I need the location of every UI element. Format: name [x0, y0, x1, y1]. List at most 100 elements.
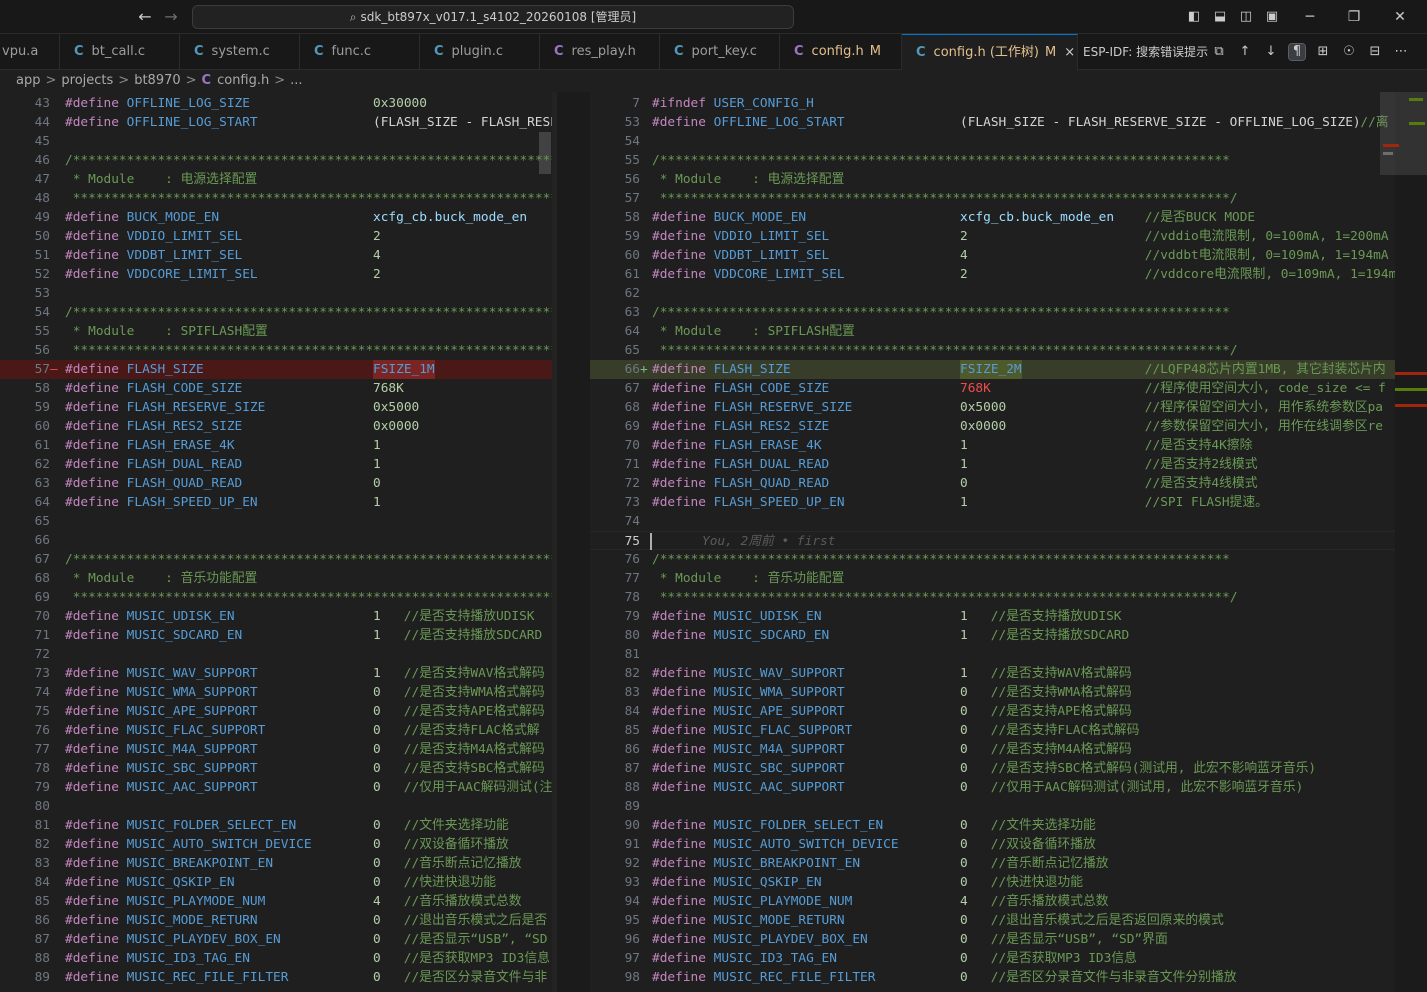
code-line[interactable]: 64 #define FLASH_SPEED_UP_EN 1: [0, 493, 552, 512]
code-line[interactable]: 93 #define MUSIC_QSKIP_EN 0 //快进快退功能: [590, 873, 1395, 892]
code-line[interactable]: 73 #define MUSIC_WAV_SUPPORT 1 //是否支持WAV格式解…: [0, 664, 552, 683]
code-line[interactable]: 48 *************************************…: [0, 189, 552, 208]
code-line[interactable]: 94 #define MUSIC_PLAYMODE_NUM 4 //音乐播放模式总数: [590, 892, 1395, 911]
code-line[interactable]: 60 #define VDDBT_LIMIT_SEL 4 //vddbt电流限制, 0…: [590, 246, 1395, 265]
code-line[interactable]: 81: [590, 645, 1395, 664]
tab-vpu-a[interactable]: vpu.a: [0, 34, 60, 70]
code-line[interactable]: 77 #define MUSIC_M4A_SUPPORT 0 //是否支持M4A格式解…: [0, 740, 552, 759]
code-line[interactable]: 92 #define MUSIC_BREAKPOINT_EN 0 //音乐断点记忆播放: [590, 854, 1395, 873]
code-line[interactable]: 50 #define VDDIO_LIMIT_SEL 2: [0, 227, 552, 246]
tab-res-play-h[interactable]: Cres_play.h: [540, 34, 660, 70]
code-line[interactable]: 69 #define FLASH_RES2_SIZE 0x0000 //参数保留空间大…: [590, 417, 1395, 436]
toggle-panel-icon[interactable]: ⬓: [1212, 9, 1228, 25]
code-line[interactable]: 61 #define VDDCORE_LIMIT_SEL 2 //vddcore电流限…: [590, 265, 1395, 284]
code-line[interactable]: 54 /*************************************…: [0, 303, 552, 322]
code-line[interactable]: 85 #define MUSIC_FLAC_SUPPORT 0 //是否支持FLAC格…: [590, 721, 1395, 740]
back-arrow-icon[interactable]: ←: [135, 8, 155, 26]
code-line[interactable]: 74: [590, 512, 1395, 531]
tab-system-c[interactable]: Csystem.c: [180, 34, 300, 70]
code-line[interactable]: 88 #define MUSIC_ID3_TAG_EN 0 //是否获取MP3 ID3…: [0, 949, 552, 968]
code-line[interactable]: 82 #define MUSIC_AUTO_SWITCH_DEVICE 0 //双设备…: [0, 835, 552, 854]
code-line[interactable]: 63 /*************************************…: [590, 303, 1395, 322]
minimap-viewport[interactable]: [1380, 92, 1427, 175]
code-line[interactable]: 51 #define VDDBT_LIMIT_SEL 4: [0, 246, 552, 265]
code-line[interactable]: 87 #define MUSIC_PLAYDEV_BOX_EN 0 //是否显示“US…: [0, 930, 552, 949]
overview-ruler[interactable]: [1380, 92, 1427, 992]
previous-change-icon[interactable]: ↑: [1237, 44, 1253, 60]
code-line[interactable]: 44 #define OFFLINE_LOG_START (FLASH_SIZE -…: [0, 113, 552, 132]
code-line[interactable]: 73 #define FLASH_SPEED_UP_EN 1 //SPI FLASH提…: [590, 493, 1395, 512]
code-line[interactable]: 84 #define MUSIC_APE_SUPPORT 0 //是否支持APE格式解…: [590, 702, 1395, 721]
code-line[interactable]: 56 * Module : 电源选择配置: [590, 170, 1395, 189]
customize-layout-icon[interactable]: ▣: [1264, 9, 1280, 25]
code-line[interactable]: 86 #define MUSIC_MODE_RETURN 0 //退出音乐模式之后是否: [0, 911, 552, 930]
code-line[interactable]: 76 #define MUSIC_FLAC_SUPPORT 0 //是否支持FLAC格…: [0, 721, 552, 740]
forward-arrow-icon[interactable]: →: [161, 8, 181, 26]
git-lens-icon[interactable]: ☉: [1341, 44, 1357, 60]
code-line[interactable]: 53: [0, 284, 552, 303]
code-line[interactable]: 78 #define MUSIC_SBC_SUPPORT 0 //是否支持SBC格式解…: [0, 759, 552, 778]
toggle-primary-sidebar-icon[interactable]: ◧: [1186, 9, 1202, 25]
tab-config-h[interactable]: Cconfig.h M: [780, 34, 902, 70]
code-line[interactable]: 71 #define MUSIC_SDCARD_EN 1 //是否支持播放SDCARD: [0, 626, 552, 645]
show-whitespace-icon[interactable]: ¶: [1288, 43, 1306, 61]
code-line[interactable]: 84 #define MUSIC_QSKIP_EN 0 //快进快退功能: [0, 873, 552, 892]
code-line[interactable]: 86 #define MUSIC_M4A_SUPPORT 0 //是否支持M4A格式解…: [590, 740, 1395, 759]
code-line[interactable]: 80: [0, 797, 552, 816]
code-line[interactable]: 95 #define MUSIC_MODE_RETURN 0 //退出音乐模式之后是否…: [590, 911, 1395, 930]
code-line[interactable]: 56 *************************************…: [0, 341, 552, 360]
code-line[interactable]: 63 #define FLASH_QUAD_READ 0: [0, 474, 552, 493]
close-tab-icon[interactable]: ×: [1064, 45, 1075, 60]
code-line[interactable]: 98 #define MUSIC_REC_FILE_FILTER 0 //是否区分录音…: [590, 968, 1395, 987]
minimize-icon[interactable]: ─: [1300, 8, 1320, 26]
breadcrumb-bt8970[interactable]: bt8970: [134, 73, 180, 88]
code-line[interactable]: 97 #define MUSIC_ID3_TAG_EN 0 //是否获取MP3 ID3…: [590, 949, 1395, 968]
code-line[interactable]: 96 #define MUSIC_PLAYDEV_BOX_EN 0 //是否显示“US…: [590, 930, 1395, 949]
code-line[interactable]: 78 *************************************…: [590, 588, 1395, 607]
code-line[interactable]: 53 #define OFFLINE_LOG_START (FLASH_SIZE -…: [590, 113, 1395, 132]
restore-icon[interactable]: ❐: [1344, 8, 1364, 26]
code-line[interactable]: 76 /*************************************…: [590, 550, 1395, 569]
code-line[interactable]: 82 #define MUSIC_WAV_SUPPORT 1 //是否支持WAV格式解…: [590, 664, 1395, 683]
code-line[interactable]: 59 #define VDDIO_LIMIT_SEL 2 //vddio电流限制, 0…: [590, 227, 1395, 246]
code-line[interactable]: 52 #define VDDCORE_LIMIT_SEL 2: [0, 265, 552, 284]
next-change-icon[interactable]: ↓: [1263, 44, 1279, 60]
tab-func-c[interactable]: Cfunc.c: [300, 34, 420, 70]
code-line[interactable]: 87 #define MUSIC_SBC_SUPPORT 0 //是否支持SBC格式解…: [590, 759, 1395, 778]
code-line[interactable]: 79 #define MUSIC_AAC_SUPPORT 0 //仅用于AAC解码测试…: [0, 778, 552, 797]
code-line[interactable]: 60 #define FLASH_RES2_SIZE 0x0000: [0, 417, 552, 436]
code-line[interactable]: 57— #define FLASH_SIZE FSIZE_1M: [0, 360, 552, 379]
code-line[interactable]: 90 #define MUSIC_FOLDER_SELECT_EN 0 //文件夹选择…: [590, 816, 1395, 835]
more-actions-icon[interactable]: ⋯: [1393, 44, 1409, 60]
code-line[interactable]: 58 #define BUCK_MODE_EN xcfg_cb.buck_mode_…: [590, 208, 1395, 227]
code-line[interactable]: 67 /*************************************…: [0, 550, 552, 569]
code-line[interactable]: 74 #define MUSIC_WMA_SUPPORT 0 //是否支持WMA格式解…: [0, 683, 552, 702]
code-line[interactable]: 89: [590, 797, 1395, 816]
code-line[interactable]: 47 * Module : 电源选择配置: [0, 170, 552, 189]
code-line[interactable]: 89 #define MUSIC_REC_FILE_FILTER 0 //是否区分录音…: [0, 968, 552, 987]
breadcrumb-symbol[interactable]: ...: [290, 73, 302, 88]
esp-idf-error-search-button[interactable]: ESP-IDF: 搜索错误提示: [1083, 34, 1208, 70]
code-line[interactable]: 85 #define MUSIC_PLAYMODE_NUM 4 //音乐播放模式总数: [0, 892, 552, 911]
code-line[interactable]: 54: [590, 132, 1395, 151]
command-center-search[interactable]: ⌕ sdk_bt897x_v017.1_s4102_20260108 [管理员]: [192, 5, 794, 29]
code-line[interactable]: 61 #define FLASH_ERASE_4K 1: [0, 436, 552, 455]
breadcrumb-projects[interactable]: projects: [61, 73, 113, 88]
breadcrumb-app[interactable]: app: [16, 73, 40, 88]
code-line[interactable]: 72 #define FLASH_QUAD_READ 0 //是否支持4线模式: [590, 474, 1395, 493]
open-preview-icon[interactable]: ⊞: [1315, 44, 1331, 60]
tab-port-key-c[interactable]: Cport_key.c: [660, 34, 780, 70]
code-line[interactable]: 43 #define OFFLINE_LOG_SIZE 0x30000: [0, 94, 552, 113]
code-line[interactable]: 62: [590, 284, 1395, 303]
code-line[interactable]: 81 #define MUSIC_FOLDER_SELECT_EN 0 //文件夹选择…: [0, 816, 552, 835]
code-line[interactable]: 55 /*************************************…: [590, 151, 1395, 170]
code-line[interactable]: 83 #define MUSIC_WMA_SUPPORT 0 //是否支持WMA格式解…: [590, 683, 1395, 702]
code-line[interactable]: 7 #ifndef USER_CONFIG_H: [590, 94, 1395, 113]
code-line[interactable]: 72: [0, 645, 552, 664]
code-line[interactable]: 57 *************************************…: [590, 189, 1395, 208]
diff-modified-editor[interactable]: 7 #ifndef USER_CONFIG_H 53 #define OFFLINE_…: [590, 92, 1395, 992]
code-line[interactable]: 49 #define BUCK_MODE_EN xcfg_cb.buck_mode_…: [0, 208, 552, 227]
code-line[interactable]: 59 #define FLASH_RESERVE_SIZE 0x5000: [0, 398, 552, 417]
code-line[interactable]: 80 #define MUSIC_SDCARD_EN 1 //是否支持播放SDCARD: [590, 626, 1395, 645]
code-line[interactable]: 64 * Module : SPIFLASH配置: [590, 322, 1395, 341]
